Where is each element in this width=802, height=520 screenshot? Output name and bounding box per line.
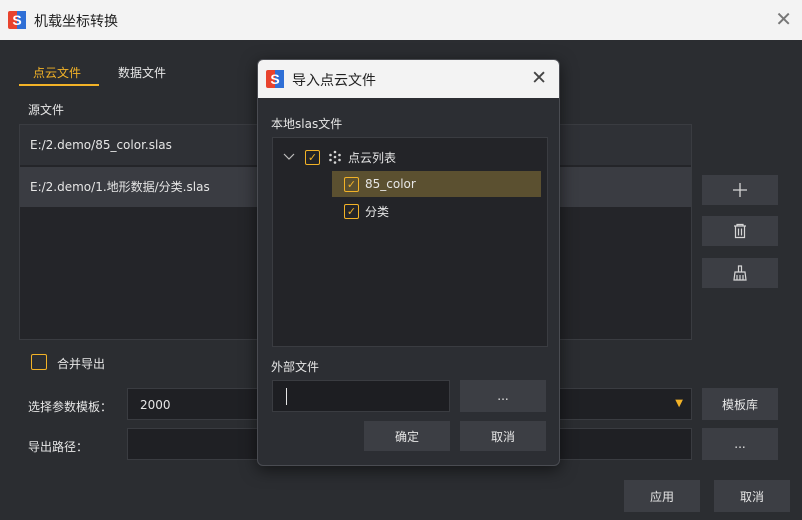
dialog-title: 导入点云文件 — [292, 73, 376, 89]
external-file-input[interactable] — [272, 380, 450, 412]
trash-icon — [734, 223, 746, 239]
window-titlebar: S 机载坐标转换 ✕ — [0, 0, 802, 40]
tab-data-files[interactable]: 数据文件 — [118, 64, 166, 81]
delete-file-button[interactable] — [702, 216, 778, 246]
local-slas-label: 本地slas文件 — [271, 117, 343, 131]
dialog-cancel-button[interactable]: 取消 — [460, 421, 546, 451]
svg-text:S: S — [12, 12, 21, 28]
external-file-label: 外部文件 — [271, 360, 320, 374]
tree-item-label: 85_color — [365, 177, 416, 191]
close-icon[interactable]: ✕ — [775, 8, 792, 30]
cancel-button[interactable]: 取消 — [714, 480, 790, 512]
template-value: 2000 — [140, 398, 171, 412]
broom-icon — [733, 265, 747, 281]
merge-export-checkbox[interactable] — [31, 354, 47, 370]
tree-item-checkbox[interactable]: ✓ — [344, 203, 359, 219]
clear-list-button[interactable] — [702, 258, 778, 288]
window-title: 机载坐标转换 — [34, 14, 118, 30]
apply-button[interactable]: 应用 — [624, 480, 700, 512]
tree-item-85-color[interactable]: ✓ 85_color — [332, 171, 541, 197]
dialog-titlebar: S 导入点云文件 ✕ — [258, 60, 559, 98]
point-cloud-tree[interactable]: ✓ 点云列表 ✓ 85_color ✓ 分类 — [272, 137, 548, 347]
ok-button[interactable]: 确定 — [364, 421, 450, 451]
tree-item-label: 分类 — [365, 204, 390, 219]
add-file-button[interactable] — [702, 175, 778, 205]
point-cloud-icon — [329, 150, 341, 164]
text-caret — [286, 388, 287, 405]
template-label: 选择参数模板： — [28, 400, 113, 414]
template-library-button[interactable]: 模板库 — [702, 388, 778, 420]
dropdown-arrow-icon: ▼ — [675, 398, 683, 409]
svg-text:S: S — [270, 71, 279, 87]
plus-icon — [733, 183, 747, 197]
chevron-down-icon[interactable] — [283, 150, 305, 164]
import-point-cloud-dialog: S 导入点云文件 ✕ 本地slas文件 ✓ 点云列表 ✓ 85_color ✓ … — [257, 59, 560, 466]
tree-item-checkbox[interactable]: ✓ — [344, 176, 359, 192]
tree-root[interactable]: ✓ 点云列表 — [283, 144, 396, 170]
active-tab-indicator — [19, 84, 99, 86]
source-files-label: 源文件 — [28, 103, 65, 117]
app-logo-icon: S — [266, 70, 284, 88]
tree-root-checkbox[interactable]: ✓ — [305, 149, 320, 165]
external-browse-button[interactable]: ... — [460, 380, 546, 412]
tree-item-classify[interactable]: ✓ 分类 — [344, 198, 389, 224]
tree-root-label: 点云列表 — [348, 150, 397, 165]
export-path-browse-button[interactable]: ... — [702, 428, 778, 460]
merge-export-label: 合并导出 — [57, 357, 106, 371]
dialog-close-icon[interactable]: ✕ — [531, 67, 547, 89]
app-logo-icon: S — [8, 11, 26, 29]
export-path-label: 导出路径： — [28, 440, 89, 454]
tab-point-cloud-files[interactable]: 点云文件 — [33, 64, 81, 81]
